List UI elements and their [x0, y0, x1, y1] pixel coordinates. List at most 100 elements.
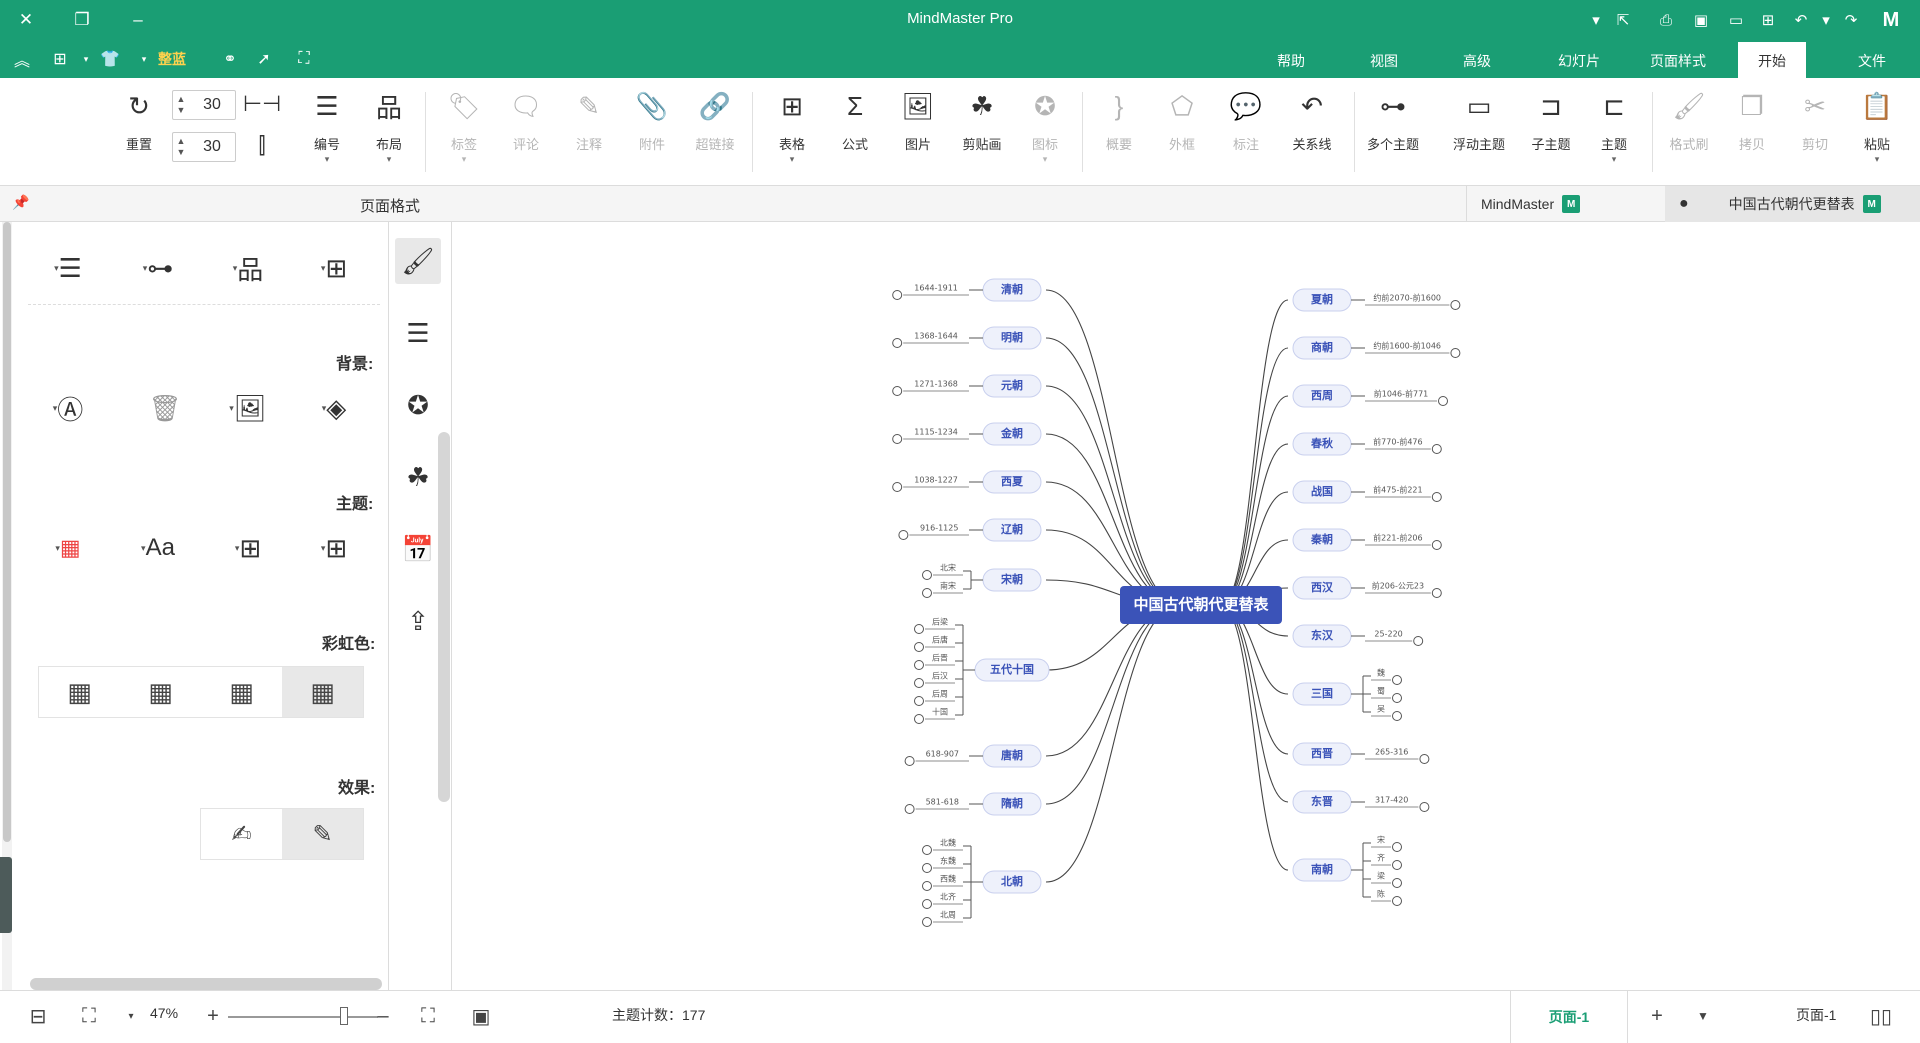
subtopic-button[interactable]: ⊐ 子主题 [1522, 88, 1580, 178]
collapse-toggle[interactable] [922, 845, 932, 855]
collapse-toggle[interactable] [914, 696, 924, 706]
redo-icon[interactable]: ↷ [1840, 9, 1862, 31]
grid-icon[interactable]: ⊞ [48, 48, 72, 70]
collapse-toggle[interactable] [922, 917, 932, 927]
export-icon[interactable]: ⇱ [1612, 9, 1634, 31]
zoom-out-icon[interactable]: – [370, 1003, 396, 1029]
clipart-button[interactable]: ☘ 剪贴画 [953, 88, 1011, 178]
paste-button[interactable]: 📋 粘贴 ▾ [1848, 88, 1906, 178]
note-button[interactable]: ✎ 注释 [560, 88, 618, 178]
cut-button[interactable]: ✂ 剪切 [1786, 88, 1844, 178]
table-button[interactable]: ⊞ 表格 ▾ [763, 88, 821, 178]
collapse-toggle[interactable] [1392, 860, 1402, 870]
collapse-toggle[interactable] [904, 804, 915, 814]
rainbow-option-4[interactable]: ▦ [39, 667, 120, 717]
bg-fill-dropdown[interactable]: ▾ ◈ [304, 388, 358, 428]
collapse-toggle[interactable] [1392, 693, 1402, 703]
collapse-toggle[interactable] [1392, 896, 1402, 906]
vertical-spacing-stepper[interactable]: ▲ ▼ 30 [172, 132, 236, 162]
horizontal-spacing-stepper[interactable]: ▲ ▼ 30 [172, 90, 236, 120]
hyperlink-button[interactable]: 🔗 超链接 [686, 88, 744, 178]
bg-remove-image-button[interactable]: 🗑 [138, 388, 192, 428]
collapse-toggle[interactable] [922, 863, 932, 873]
collapse-toggle[interactable] [1419, 754, 1430, 764]
collapse-toggle[interactable] [914, 660, 924, 670]
clipart-tab-icon[interactable]: ☘ [395, 454, 441, 500]
fullscreen-icon[interactable]: ⛶ [415, 1003, 441, 1029]
rainbow-option-3[interactable]: ▦ [120, 667, 201, 717]
menu-tab-view[interactable]: 视图 [1350, 42, 1418, 78]
normal-effect-icon[interactable]: ✎ [282, 809, 363, 859]
numbering-button[interactable]: ☰ 编号 ▾ [298, 88, 356, 178]
zoom-dropdown-icon[interactable]: ▾ [118, 1003, 144, 1029]
topic-format-tab-icon[interactable]: ☰ [395, 310, 441, 356]
menu-tab-page-style[interactable]: 页面样式 [1630, 42, 1726, 78]
undo-dropdown-icon[interactable]: ▾ [1815, 9, 1837, 31]
zoom-slider[interactable] [228, 1016, 378, 1018]
fit-width-icon[interactable]: ⛶ [76, 1003, 102, 1029]
collapse-toggle[interactable] [1450, 300, 1461, 310]
pin-icon[interactable]: 📌 [12, 194, 29, 211]
numbering-style-dropdown[interactable]: ▾ ☰ [38, 248, 92, 288]
collapse-toggle[interactable] [922, 570, 932, 580]
font-dropdown[interactable]: ▾ Aa [128, 528, 182, 568]
new-icon[interactable]: ⊞ [1757, 9, 1779, 31]
floating-topic-button[interactable]: ▭ 浮动主题 [1450, 88, 1508, 178]
stepper-arrows-icon[interactable]: ▲ ▼ [173, 94, 189, 116]
collapse-toggle[interactable] [1392, 711, 1402, 721]
layout-button[interactable]: 品布局 ▾ [360, 88, 418, 178]
fullscreen-icon[interactable]: ⛶ [292, 48, 316, 70]
collapse-toggle[interactable] [904, 756, 915, 766]
print-icon[interactable]: ⎙ [1655, 9, 1677, 31]
stepper-arrows-icon[interactable]: ▲ ▼ [173, 136, 189, 158]
color-scheme-dropdown[interactable]: ▾ ▦ [38, 528, 92, 568]
save-icon[interactable]: ▣ [1690, 9, 1712, 31]
rainbow-option-1[interactable]: ▦ [282, 667, 363, 717]
collapse-toggle[interactable] [1392, 675, 1402, 685]
collapse-toggle[interactable] [914, 642, 924, 652]
structure-dropdown[interactable]: ▾ 品 [218, 248, 272, 288]
zoom-slider-handle[interactable] [340, 1007, 348, 1025]
attachment-button[interactable]: 📎 附件 [623, 88, 681, 178]
copy-button[interactable]: ❐ 拷贝 [1723, 88, 1781, 178]
collapse-toggle[interactable] [914, 678, 924, 688]
collapse-toggle[interactable] [1450, 348, 1461, 358]
picture-button[interactable]: 🖼 图片 [889, 88, 947, 178]
collapse-toggle[interactable] [922, 899, 932, 909]
collapse-toggle[interactable] [922, 881, 932, 891]
page-format-tab-icon[interactable]: 🖌 [395, 238, 441, 284]
page-panel-icon[interactable]: ▯▯ [1868, 1003, 1894, 1029]
collapse-toggle[interactable] [914, 624, 924, 634]
menu-tab-file[interactable]: 文件 [1838, 42, 1906, 78]
shirt-theme-icon[interactable]: 👕 [98, 48, 122, 70]
fit-page-icon[interactable]: ⊟ [25, 1003, 51, 1029]
menu-tab-start[interactable]: 开始 [1738, 42, 1806, 78]
collapse-toggle[interactable] [1392, 842, 1402, 852]
task-tab-icon[interactable]: 📅 [395, 526, 441, 572]
collapse-toggle[interactable] [892, 482, 903, 492]
comment-button[interactable]: 🗨 评论 [497, 88, 555, 178]
bg-text-dropdown[interactable]: ▾ Ⓐ [38, 388, 92, 428]
formula-button[interactable]: Σ 公式 [826, 88, 884, 178]
undo-icon[interactable]: ↶ [1790, 9, 1812, 31]
layout-style-dropdown[interactable]: ▾ ⊞ [304, 248, 358, 288]
collapse-toggle[interactable] [1392, 878, 1402, 888]
icon-tab-icon[interactable]: ✪ [395, 382, 441, 428]
grid-dropdown-icon[interactable]: ▾ [74, 48, 98, 70]
icon-button[interactable]: ✪ 图标 ▾ [1016, 88, 1074, 178]
hand-drawn-effect-icon[interactable]: ✍ [201, 809, 282, 859]
page-tab-active[interactable]: 页面-1 [1510, 991, 1628, 1043]
doc-tab-mindmaster[interactable]: MindMaster M [1466, 186, 1602, 222]
select-icon[interactable]: ➚ [252, 48, 276, 70]
topic-button[interactable]: ⊏ 主题 ▾ [1585, 88, 1643, 178]
open-icon[interactable]: ▭ [1725, 9, 1747, 31]
connector-icon[interactable]: ⚭ [218, 48, 242, 70]
doc-tab-active[interactable]: ● 中国古代朝代更替表 M [1665, 186, 1920, 222]
zoom-level[interactable]: 47% [150, 1005, 178, 1021]
rainbow-option-2[interactable]: ▦ [201, 667, 282, 717]
bg-image-dropdown[interactable]: ▾ 🖼 [218, 388, 272, 428]
collapse-toggle[interactable] [1431, 492, 1442, 502]
collapse-toggle[interactable] [922, 588, 932, 598]
page-list-dropdown-icon[interactable]: ▼ [1690, 1003, 1716, 1029]
collapse-toggle[interactable] [1438, 396, 1448, 406]
